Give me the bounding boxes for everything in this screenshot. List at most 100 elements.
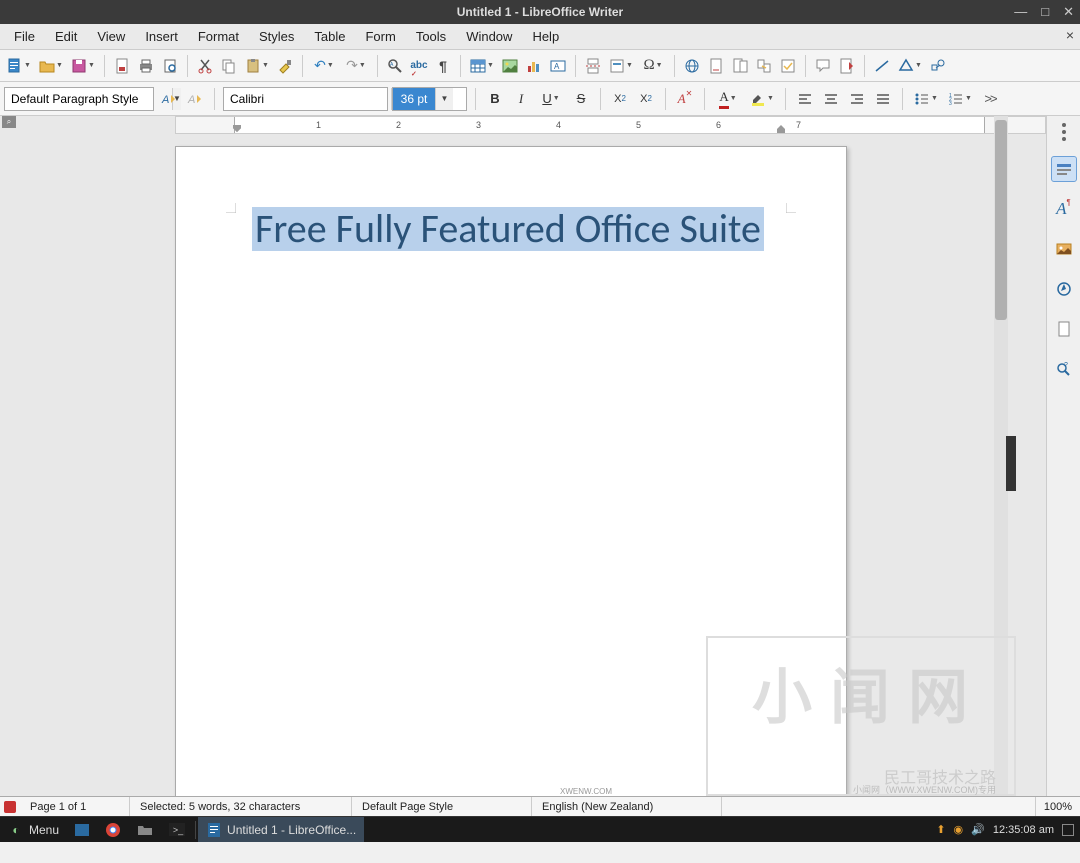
basic-shapes-button[interactable]: ▼	[895, 55, 925, 77]
insert-table-button[interactable]: ▼	[467, 55, 497, 77]
formatting-marks-button[interactable]: ¶	[432, 55, 454, 77]
insert-page-break-button[interactable]	[582, 55, 604, 77]
insert-image-button[interactable]	[499, 55, 521, 77]
tray-shield-icon[interactable]: ◉	[954, 823, 964, 836]
more-options-button[interactable]: >>	[979, 88, 1001, 110]
sidebar-styles-icon[interactable]: A¶	[1051, 196, 1077, 222]
track-changes-comment-button[interactable]	[812, 55, 834, 77]
italic-button[interactable]: I	[510, 88, 532, 110]
line-tool-button[interactable]	[871, 55, 893, 77]
vertical-scrollbar-thumb[interactable]	[995, 120, 1007, 320]
print-preview-button[interactable]	[159, 55, 181, 77]
bullet-list-button[interactable]: ▼	[911, 88, 941, 110]
menu-edit[interactable]: Edit	[45, 25, 87, 48]
chrome-button[interactable]	[97, 817, 129, 842]
insert-comment-button[interactable]	[777, 55, 799, 77]
tray-update-icon[interactable]: ⬆	[936, 823, 945, 836]
numbered-list-button[interactable]: 123▼	[945, 88, 975, 110]
font-size-combo[interactable]: ▼	[392, 87, 467, 111]
redo-button[interactable]: ↷▼	[341, 55, 371, 77]
align-right-button[interactable]	[846, 88, 868, 110]
document-heading-text[interactable]: Free Fully Featured Office Suite	[252, 207, 764, 251]
clear-formatting-button[interactable]: A✕	[674, 88, 696, 110]
sidebar-menu-button[interactable]	[1054, 122, 1074, 142]
font-color-button[interactable]: A▼	[713, 88, 743, 110]
menu-form[interactable]: Form	[355, 25, 405, 48]
strikethrough-button[interactable]: S	[570, 88, 592, 110]
font-size-input[interactable]	[393, 88, 435, 110]
menu-insert[interactable]: Insert	[135, 25, 188, 48]
status-page-style[interactable]: Default Page Style	[352, 797, 532, 816]
clone-formatting-button[interactable]	[274, 55, 296, 77]
subscript-button[interactable]: X2	[635, 88, 657, 110]
align-center-button[interactable]	[820, 88, 842, 110]
highlight-color-button[interactable]: ▼	[747, 88, 777, 110]
font-size-dropdown[interactable]: ▼	[435, 88, 453, 110]
show-draw-functions-button[interactable]	[927, 55, 949, 77]
open-button[interactable]: ▼	[36, 55, 66, 77]
menu-help[interactable]: Help	[522, 25, 569, 48]
tray-clock[interactable]: 12:35:08 am	[993, 824, 1054, 836]
print-button[interactable]	[135, 55, 157, 77]
status-zoom[interactable]: 100%	[1036, 801, 1080, 813]
show-desktop-button[interactable]	[67, 817, 97, 842]
menu-styles[interactable]: Styles	[249, 25, 304, 48]
cut-button[interactable]	[194, 55, 216, 77]
taskbar-active-window[interactable]: Untitled 1 - LibreOffice...	[198, 817, 364, 842]
start-menu-button[interactable]: ◐ Menu	[0, 817, 67, 842]
maximize-button[interactable]: □	[1041, 4, 1049, 20]
update-style-button[interactable]: A	[158, 88, 180, 110]
bold-button[interactable]: B	[484, 88, 506, 110]
minimize-button[interactable]: —	[1014, 4, 1027, 20]
sidebar-properties-icon[interactable]	[1051, 156, 1077, 182]
insert-chart-button[interactable]	[523, 55, 545, 77]
document-page[interactable]: Free Fully Featured Office Suite	[175, 146, 847, 796]
close-window-button[interactable]: ✕	[1063, 4, 1074, 20]
sidebar-page-icon[interactable]	[1051, 316, 1077, 342]
font-name-combo[interactable]: ▼	[223, 87, 388, 111]
export-pdf-button[interactable]	[111, 55, 133, 77]
underline-button[interactable]: U▼	[536, 88, 566, 110]
find-replace-button[interactable]: A	[384, 55, 406, 77]
menu-table[interactable]: Table	[304, 25, 355, 48]
autosave-indicator-icon[interactable]	[4, 801, 16, 813]
tray-session-icon[interactable]	[1062, 824, 1074, 836]
align-justify-button[interactable]	[872, 88, 894, 110]
status-language[interactable]: English (New Zealand)	[532, 797, 722, 816]
sidebar-style-inspector-icon[interactable]: ?	[1051, 356, 1077, 382]
menu-tools[interactable]: Tools	[406, 25, 456, 48]
close-document-button[interactable]: ×	[1066, 27, 1074, 43]
status-page[interactable]: Page 1 of 1	[20, 797, 130, 816]
font-name-input[interactable]	[224, 88, 391, 110]
new-style-button[interactable]: A	[184, 88, 206, 110]
superscript-button[interactable]: X2	[609, 88, 631, 110]
sidebar-collapse-handle[interactable]	[1006, 436, 1016, 491]
status-insert-mode[interactable]	[722, 797, 1036, 816]
right-indent-marker[interactable]	[776, 125, 786, 133]
horizontal-ruler[interactable]: 1 2 3 4 5 6 7	[175, 116, 1046, 134]
new-document-button[interactable]: ▼	[4, 55, 34, 77]
paste-button[interactable]: ▼	[242, 55, 272, 77]
sidebar-navigator-icon[interactable]	[1051, 276, 1077, 302]
paragraph-style-combo[interactable]: ▼	[4, 87, 154, 111]
insert-bookmark-button[interactable]	[729, 55, 751, 77]
menu-format[interactable]: Format	[188, 25, 249, 48]
menu-view[interactable]: View	[87, 25, 135, 48]
paragraph-style-input[interactable]	[5, 88, 172, 110]
files-button[interactable]	[129, 817, 161, 842]
track-changes-record-button[interactable]	[836, 55, 858, 77]
left-indent-marker[interactable]	[232, 125, 242, 133]
sidebar-gallery-icon[interactable]	[1051, 236, 1077, 262]
tray-volume-icon[interactable]: 🔊	[971, 823, 985, 836]
save-button[interactable]: ▼	[68, 55, 98, 77]
insert-textbox-button[interactable]: A	[547, 55, 569, 77]
align-left-button[interactable]	[794, 88, 816, 110]
copy-button[interactable]	[218, 55, 240, 77]
menu-file[interactable]: File	[4, 25, 45, 48]
spellcheck-button[interactable]: abc✓	[408, 55, 430, 77]
terminal-button[interactable]: >_	[161, 817, 193, 842]
insert-special-char-button[interactable]: Ω▼	[638, 55, 668, 77]
insert-footnote-button[interactable]	[705, 55, 727, 77]
insert-hyperlink-button[interactable]	[681, 55, 703, 77]
insert-field-button[interactable]: ▼	[606, 55, 636, 77]
